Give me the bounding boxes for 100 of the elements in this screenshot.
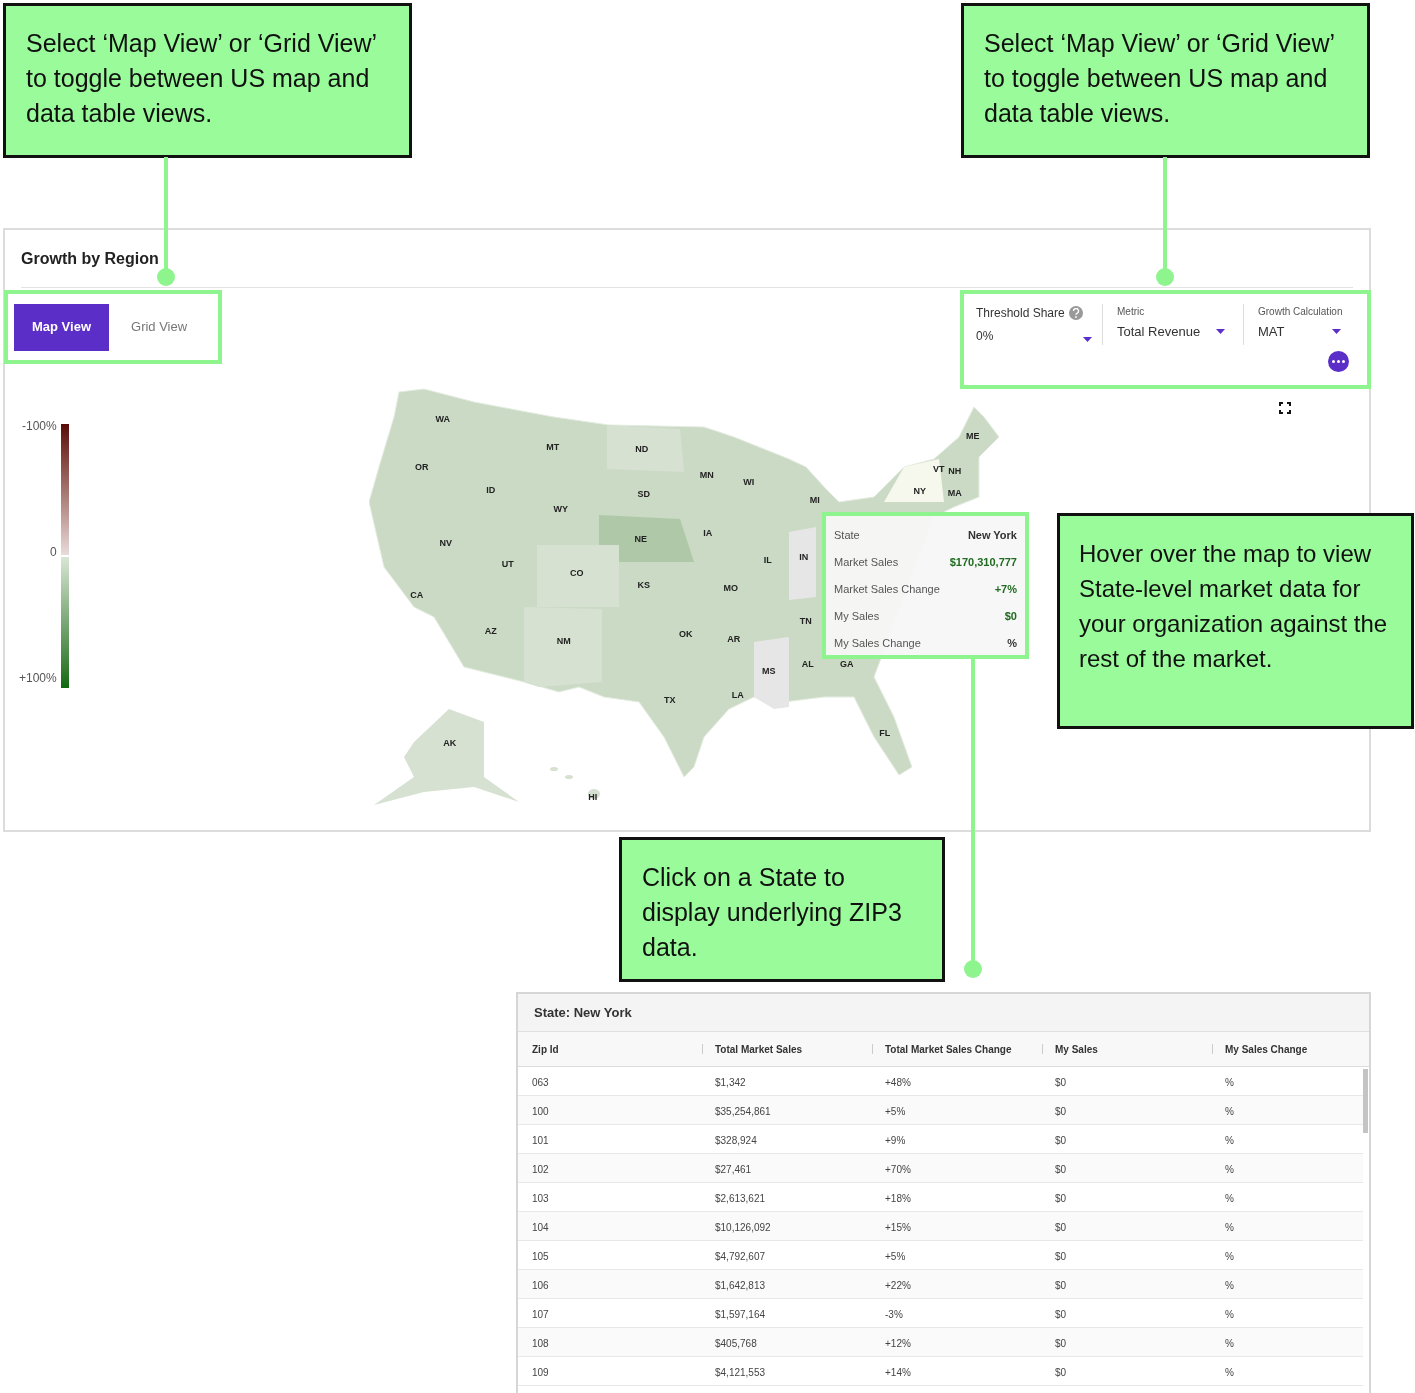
- state-label: HI: [588, 792, 598, 802]
- state-label: WI: [743, 477, 755, 487]
- state-label: TX: [663, 695, 676, 705]
- state-label: AL: [801, 659, 814, 669]
- table-cell: 063: [532, 1077, 549, 1088]
- column-header[interactable]: My Sales: [1055, 1041, 1098, 1057]
- table-cell: 104: [532, 1222, 549, 1233]
- table-cell: $4,121,553: [715, 1367, 766, 1378]
- filter-value: Total Revenue: [1117, 323, 1201, 341]
- more-options-button[interactable]: [1328, 351, 1349, 372]
- legend-label: 0: [50, 545, 57, 559]
- state-label: MT: [546, 442, 560, 452]
- table-cell: $0: [1055, 1164, 1067, 1175]
- state-label: KS: [637, 580, 650, 590]
- table-cell: +18%: [885, 1193, 911, 1204]
- table-cell: $328,924: [715, 1135, 757, 1146]
- table-cell: $0: [1055, 1338, 1067, 1349]
- state-label: CA: [410, 590, 424, 600]
- filter-value: MAT: [1258, 323, 1285, 341]
- vertical-scrollbar[interactable]: [1363, 1069, 1368, 1133]
- state-label: AK: [443, 738, 457, 748]
- column-header[interactable]: Zip Id: [532, 1041, 559, 1057]
- state-label: AZ: [484, 626, 497, 636]
- table-cell: $0: [1055, 1309, 1067, 1320]
- table-cell: $2,613,621: [715, 1193, 766, 1204]
- state-label: OK: [678, 629, 693, 639]
- table-cell: 106: [532, 1280, 549, 1291]
- state-label: WA: [435, 414, 450, 424]
- tooltip-label: Market Sales Change: [834, 581, 940, 597]
- state-label: AR: [727, 634, 741, 644]
- state-label: MA: [947, 488, 962, 498]
- state-label: FL: [879, 728, 891, 738]
- table-cell: +5%: [885, 1106, 906, 1117]
- table-cell: 103: [532, 1193, 549, 1204]
- filter-dropdown[interactable]: Threshold Share 0%: [972, 304, 1103, 345]
- table-cell: +14%: [885, 1367, 911, 1378]
- table-cell: $0: [1055, 1193, 1067, 1204]
- table-cell: %: [1225, 1251, 1234, 1262]
- table-cell: 101: [532, 1135, 549, 1146]
- table-cell: 108: [532, 1338, 549, 1349]
- column-header[interactable]: My Sales Change: [1225, 1041, 1308, 1057]
- filter-label: Growth Calculation: [1258, 305, 1344, 319]
- filter-dropdown[interactable]: Growth Calculation MAT: [1254, 304, 1359, 345]
- caret-icon: [1332, 329, 1341, 335]
- state-label: UT: [501, 559, 514, 569]
- tooltip-value: +7%: [994, 581, 1017, 597]
- help-icon[interactable]: [1068, 306, 1083, 320]
- table-cell: %: [1225, 1077, 1234, 1088]
- table-cell: $0: [1055, 1280, 1067, 1291]
- table-title: State: New York: [534, 1003, 632, 1022]
- state-label: MI: [809, 495, 820, 505]
- table-cell: %: [1225, 1135, 1234, 1146]
- table-cell: $10,126,092: [715, 1222, 771, 1233]
- table-cell: $1,642,813: [715, 1280, 766, 1291]
- table-cell: $0: [1055, 1251, 1067, 1262]
- table-cell: %: [1225, 1309, 1234, 1320]
- table-cell: +12%: [885, 1338, 911, 1349]
- table-cell: %: [1225, 1222, 1234, 1233]
- filter-label: Threshold Share: [976, 305, 1065, 322]
- tooltip-label: My Sales: [834, 608, 880, 624]
- fullscreen-icon[interactable]: [1278, 402, 1291, 414]
- filter-dropdown[interactable]: Metric Total Revenue: [1113, 304, 1244, 345]
- table-cell: %: [1225, 1193, 1234, 1204]
- state-label: ND: [635, 444, 649, 454]
- view-tab[interactable]: Map View: [14, 303, 109, 351]
- table-cell: $0: [1055, 1077, 1067, 1088]
- state-label: MN: [699, 470, 714, 480]
- table-cell: +15%: [885, 1222, 911, 1233]
- panel-title: Growth by Region: [21, 248, 159, 269]
- filter-value: 0%: [976, 328, 994, 345]
- column-header[interactable]: Total Market Sales: [715, 1041, 803, 1057]
- legend-label: +100%: [19, 671, 57, 685]
- table-cell: $0: [1055, 1222, 1067, 1233]
- table-cell: %: [1225, 1280, 1234, 1291]
- tooltip-value: %: [1007, 635, 1017, 651]
- state-label: ME: [965, 431, 980, 441]
- state-label: MS: [761, 666, 776, 676]
- state-label: WY: [553, 504, 568, 514]
- table-cell: +9%: [885, 1135, 906, 1146]
- callout-note: Select ‘Map View’ or ‘Grid View’ to toggle between US map and data table views.: [961, 3, 1370, 158]
- table-cell: %: [1225, 1367, 1234, 1378]
- column-header[interactable]: Total Market Sales Change: [885, 1041, 1012, 1057]
- callout-note: Click on a State to display underlying ZIP3 data.: [619, 837, 945, 982]
- table-cell: %: [1225, 1338, 1234, 1349]
- state-label: NM: [556, 636, 571, 646]
- table-cell: $0: [1055, 1135, 1067, 1146]
- table-cell: -3%: [885, 1309, 903, 1320]
- tooltip-value: New York: [967, 527, 1017, 543]
- state-label: NE: [634, 534, 647, 544]
- table-cell: $0: [1055, 1106, 1067, 1117]
- state-label: IN: [799, 552, 809, 562]
- tooltip-value: $170,310,777: [949, 554, 1017, 570]
- legend-label: -100%: [22, 419, 57, 433]
- table-cell: +70%: [885, 1164, 911, 1175]
- table-cell: 105: [532, 1251, 549, 1262]
- table-cell: +5%: [885, 1251, 906, 1262]
- table-cell: 107: [532, 1309, 549, 1320]
- callout-note: Select ‘Map View’ or ‘Grid View’ to toggle between US map and data table views.: [3, 3, 412, 158]
- caret-icon: [1083, 336, 1092, 342]
- filter-label: Metric: [1117, 305, 1146, 319]
